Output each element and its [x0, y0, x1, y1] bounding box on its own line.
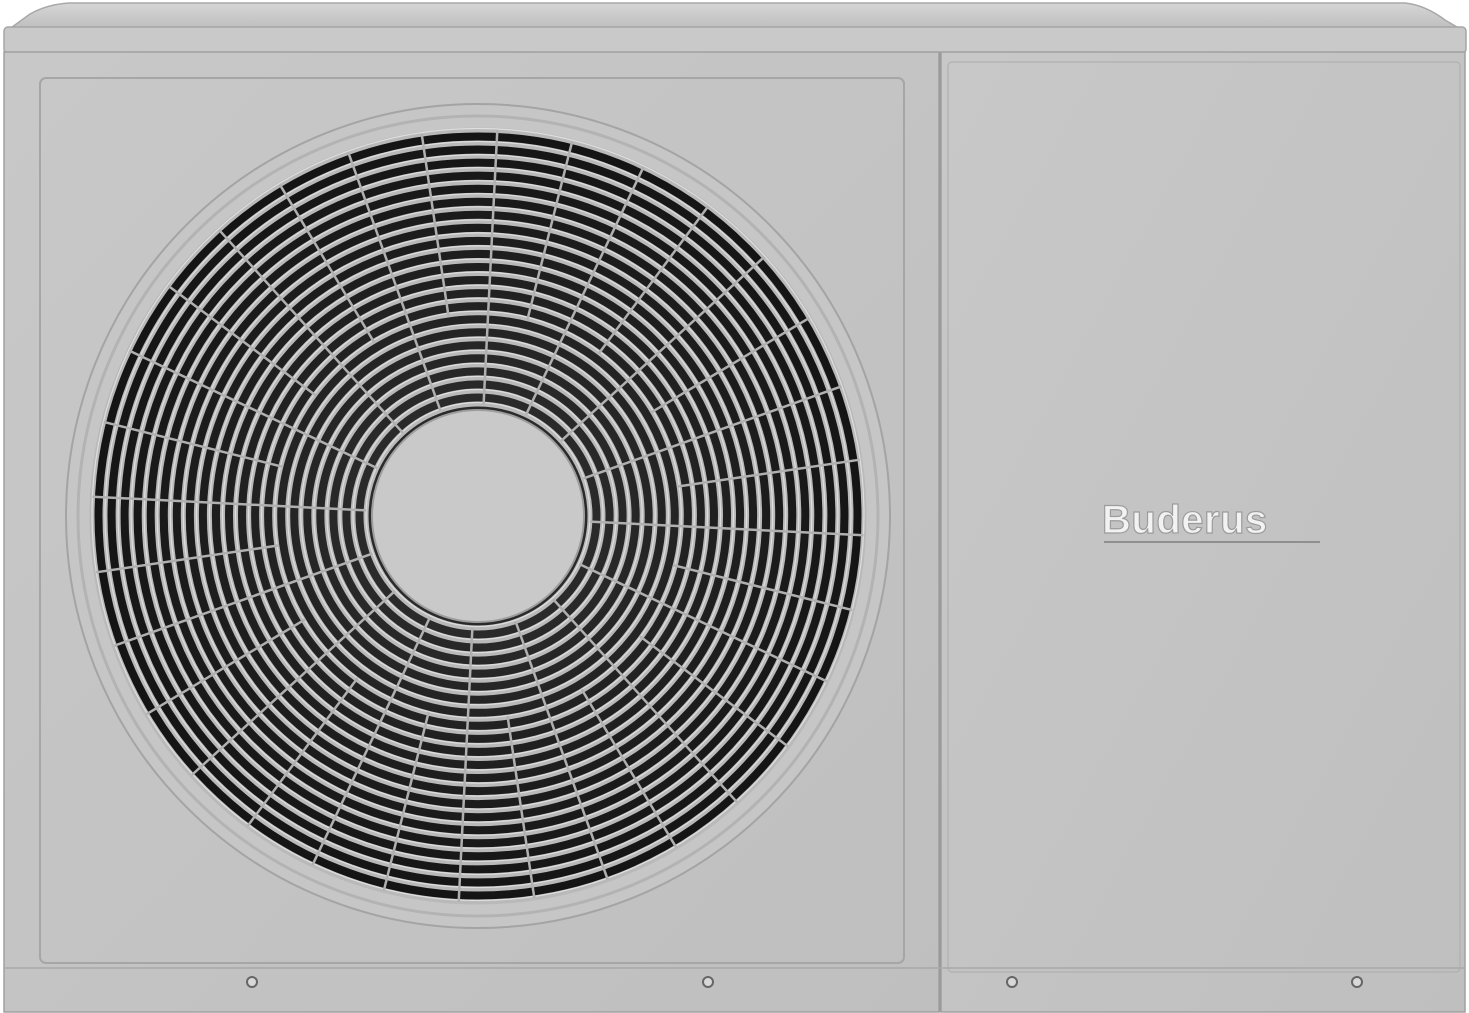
lid-rim [3, 26, 1467, 54]
screw-icon [1351, 976, 1363, 988]
screw-icon [246, 976, 258, 988]
fan-hub [371, 409, 585, 623]
screw-icon [702, 976, 714, 988]
heat-pump-outdoor-unit: Buderus [3, 2, 1467, 1013]
screw-icon [1006, 976, 1018, 988]
brand-label: Buderus [1102, 498, 1268, 542]
top-lid [5, 2, 1465, 31]
